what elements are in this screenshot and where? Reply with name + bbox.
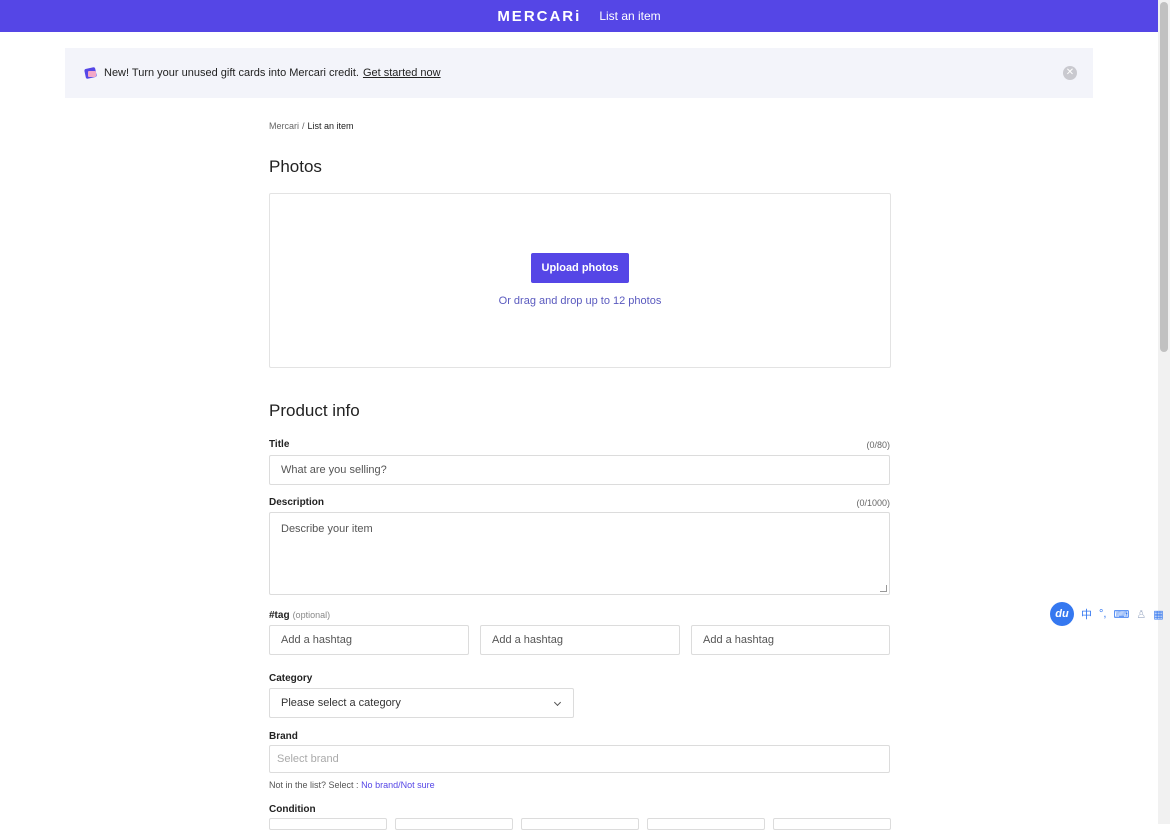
ime-toolbar: du 中 °, ⌨ ♙ ▦ xyxy=(1050,602,1170,626)
upload-photos-button[interactable]: Upload photos xyxy=(531,253,629,283)
punctuation-icon[interactable]: °, xyxy=(1099,608,1106,620)
category-select[interactable]: Please select a category xyxy=(269,688,574,718)
hashtag-input-2[interactable]: Add a hashtag xyxy=(480,625,680,655)
category-value: Please select a category xyxy=(281,697,401,709)
photo-dropzone[interactable]: Upload photos Or drag and drop up to 12 … xyxy=(269,193,891,368)
gift-card-icon xyxy=(85,67,97,79)
keyboard-icon[interactable]: ⌨ xyxy=(1113,608,1129,621)
mercari-logo[interactable]: MERCARi xyxy=(497,8,581,25)
top-navbar: MERCARi List an item xyxy=(0,0,1158,32)
title-counter: (0/80) xyxy=(866,440,890,450)
product-info-heading: Product info xyxy=(269,401,360,420)
description-textarea[interactable]: Describe your item xyxy=(269,512,890,595)
description-counter: (0/1000) xyxy=(856,498,890,508)
brand-note: Not in the list? Select : No brand/Not s… xyxy=(269,780,435,790)
breadcrumb: Mercari / List an item xyxy=(269,121,354,131)
title-label: Title xyxy=(269,439,290,450)
tag-label: #tag (optional) xyxy=(269,610,330,621)
grid-icon[interactable]: ▦ xyxy=(1153,608,1163,621)
category-label: Category xyxy=(269,673,313,684)
page-scrollbar[interactable] xyxy=(1158,0,1170,824)
description-placeholder: Describe your item xyxy=(281,523,373,535)
chevron-down-icon xyxy=(553,698,562,707)
condition-option-5[interactable] xyxy=(773,818,891,830)
page-header-title: List an item xyxy=(599,9,661,23)
no-brand-link[interactable]: No brand/Not sure xyxy=(361,780,435,790)
condition-label: Condition xyxy=(269,804,316,815)
brand-input[interactable]: Select brand xyxy=(269,745,890,773)
scrollbar-thumb[interactable] xyxy=(1160,2,1168,352)
banner-text: New! Turn your unused gift cards into Me… xyxy=(104,67,359,79)
condition-option-4[interactable] xyxy=(647,818,765,830)
title-input[interactable]: What are you selling? xyxy=(269,455,890,485)
hashtag-input-3[interactable]: Add a hashtag xyxy=(691,625,890,655)
description-label: Description xyxy=(269,497,325,508)
user-icon[interactable]: ♙ xyxy=(1136,608,1146,621)
photos-heading: Photos xyxy=(269,157,322,176)
resize-handle-icon[interactable] xyxy=(880,585,887,592)
condition-option-3[interactable] xyxy=(521,818,639,830)
close-icon[interactable]: ✕ xyxy=(1063,66,1077,80)
condition-option-1[interactable] xyxy=(269,818,387,830)
drop-hint: Or drag and drop up to 12 photos xyxy=(498,295,662,307)
breadcrumb-root[interactable]: Mercari xyxy=(269,121,299,131)
get-started-link[interactable]: Get started now xyxy=(363,67,441,79)
tag-optional: (optional) xyxy=(292,610,331,620)
breadcrumb-separator: / xyxy=(302,121,305,131)
breadcrumb-current: List an item xyxy=(307,121,354,131)
chinese-mode-icon[interactable]: 中 xyxy=(1081,606,1092,622)
brand-note-text: Not in the list? Select : xyxy=(269,780,359,790)
condition-option-2[interactable] xyxy=(395,818,513,830)
baidu-ime-logo-icon[interactable]: du xyxy=(1050,602,1074,626)
gift-card-banner: New! Turn your unused gift cards into Me… xyxy=(65,48,1093,98)
brand-label: Brand xyxy=(269,731,298,742)
tag-label-text: #tag xyxy=(269,610,290,621)
hashtag-input-1[interactable]: Add a hashtag xyxy=(269,625,469,655)
